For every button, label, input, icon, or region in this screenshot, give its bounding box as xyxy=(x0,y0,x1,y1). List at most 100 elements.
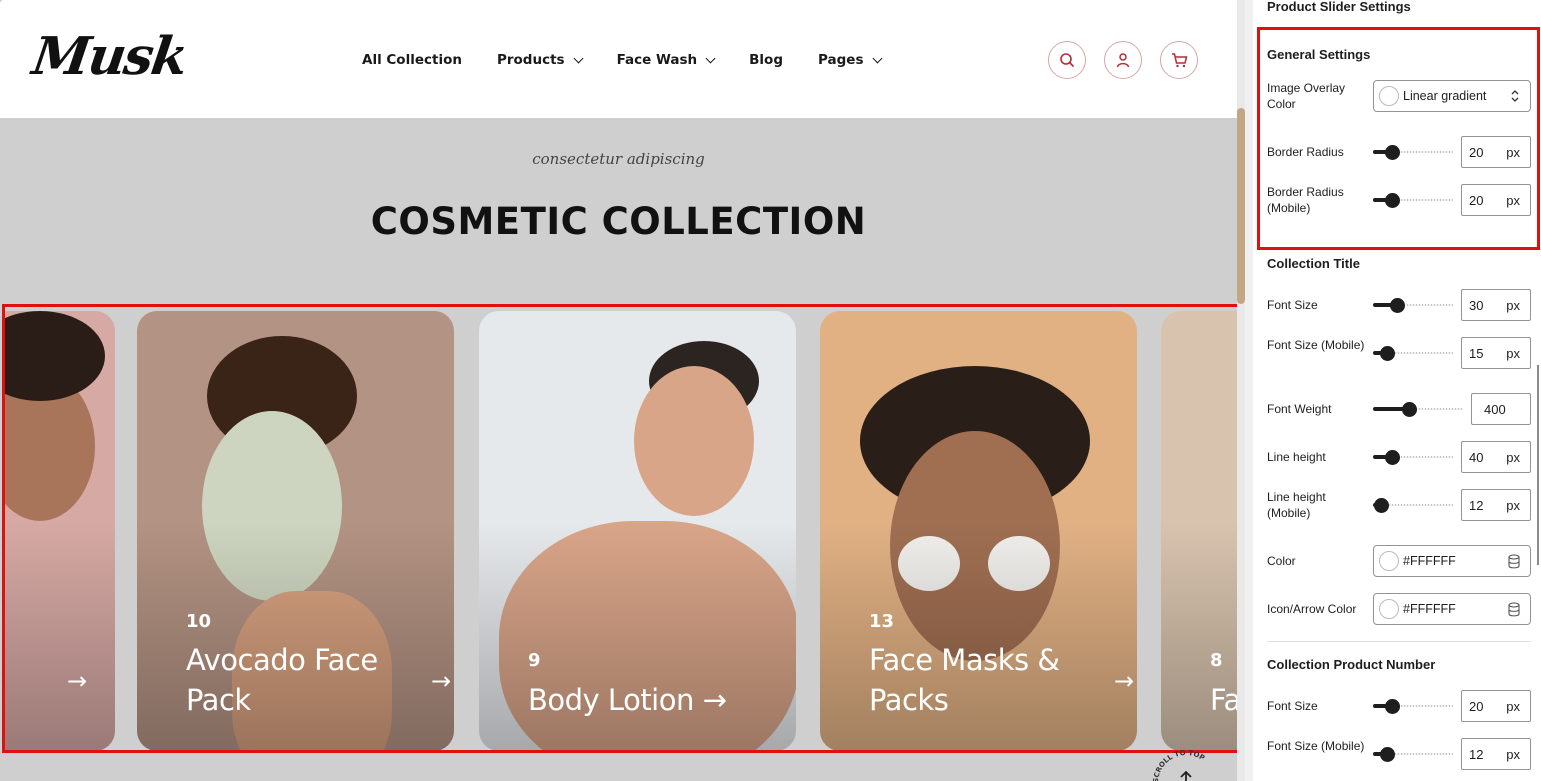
account-button[interactable] xyxy=(1104,41,1142,79)
cart-button[interactable] xyxy=(1160,41,1198,79)
title-color-label: Color xyxy=(1267,554,1296,568)
database-icon[interactable] xyxy=(1508,554,1520,569)
border-radius-mobile-slider[interactable] xyxy=(1373,193,1455,208)
arrow-up-icon xyxy=(1180,770,1192,781)
nav-label: Products xyxy=(496,52,565,68)
number-font-size-input[interactable]: 20 px xyxy=(1461,690,1531,722)
database-icon[interactable] xyxy=(1508,602,1520,617)
section-divider xyxy=(1267,641,1531,642)
arrow-right-icon[interactable]: → xyxy=(1114,667,1134,695)
title-color-value: #FFFFFF xyxy=(1403,554,1456,568)
card-number: 8 xyxy=(1210,650,1223,671)
title-font-size-mobile-label: Font Size (Mobile) xyxy=(1267,338,1365,352)
preview-scroll-thumb[interactable] xyxy=(1237,108,1245,304)
title-font-size-label: Font Size xyxy=(1267,298,1318,312)
icon-color-label: Icon/Arrow Color xyxy=(1267,602,1357,616)
chevron-down-icon xyxy=(573,53,584,63)
card-number: 13 xyxy=(869,611,895,632)
input-value: 15 xyxy=(1469,346,1484,361)
cart-icon xyxy=(1171,53,1187,68)
unit-label: px xyxy=(1506,193,1520,208)
slider-card[interactable]: 10 Avocado Face Pack → xyxy=(137,311,454,750)
unit-label: px xyxy=(1506,747,1520,762)
nav-item-all-collection[interactable]: All Collection xyxy=(362,52,462,68)
title-color-picker[interactable]: #FFFFFF xyxy=(1373,545,1531,577)
section-tagline: consectetur adipiscing xyxy=(532,150,705,168)
card-image xyxy=(634,366,754,516)
svg-text:SCROLL TO TOP: SCROLL TO TOP xyxy=(1152,749,1206,781)
general-settings-title: General Settings xyxy=(1267,47,1371,62)
card-title-line: Packs xyxy=(869,683,949,717)
input-value: 12 xyxy=(1469,498,1484,513)
user-icon xyxy=(1116,53,1130,68)
chevron-down-icon xyxy=(705,53,716,63)
icon-color-swatch xyxy=(1379,599,1399,619)
title-font-size-input[interactable]: 30 px xyxy=(1461,289,1531,321)
input-value: 30 xyxy=(1469,298,1484,313)
input-value: 20 xyxy=(1469,699,1484,714)
title-color-swatch xyxy=(1379,551,1399,571)
slider-card[interactable]: 13 Face Masks & Packs → xyxy=(820,311,1137,750)
line-height-mobile-slider[interactable] xyxy=(1373,498,1455,513)
border-radius-slider[interactable] xyxy=(1373,145,1455,160)
slider-card[interactable]: 8 Fa xyxy=(1161,311,1238,750)
overlay-color-select[interactable]: Linear gradient xyxy=(1373,80,1531,112)
font-weight-label: Font Weight xyxy=(1267,402,1332,416)
nav-label: Face Wash xyxy=(616,52,698,68)
arrow-right-icon[interactable]: → xyxy=(67,667,87,695)
nav-item-pages[interactable]: Pages xyxy=(818,52,882,68)
line-height-mobile-input[interactable]: 12 px xyxy=(1461,489,1531,521)
unit-label: px xyxy=(1506,450,1520,465)
slider-card[interactable]: → xyxy=(5,311,115,750)
card-title: Body Lotion → xyxy=(528,683,727,717)
number-font-size-mobile-label: Font Size (Mobile) xyxy=(1267,739,1365,753)
scroll-to-top-badge: SCROLL TO TOP xyxy=(1152,749,1206,781)
scroll-to-top-button[interactable]: SCROLL TO TOP xyxy=(1150,745,1220,781)
card-title-line: Avocado Face xyxy=(186,643,378,677)
font-weight-input[interactable]: 400 xyxy=(1471,393,1531,425)
line-height-slider[interactable] xyxy=(1373,450,1455,465)
title-font-size-mobile-slider[interactable] xyxy=(1373,346,1455,361)
border-radius-input[interactable]: 20 px xyxy=(1461,136,1531,168)
number-font-size-slider[interactable] xyxy=(1373,699,1455,714)
collection-title-heading: Collection Title xyxy=(1267,256,1360,271)
line-height-input[interactable]: 40 px xyxy=(1461,441,1531,473)
nav-item-face-wash[interactable]: Face Wash xyxy=(616,52,716,68)
product-number-heading: Collection Product Number xyxy=(1267,657,1436,672)
input-value: 12 xyxy=(1469,747,1484,762)
site-logo[interactable]: Musk xyxy=(29,26,190,87)
slider-card[interactable]: 9 Body Lotion → xyxy=(479,311,796,750)
select-arrows-icon xyxy=(1511,90,1519,102)
unit-label: px xyxy=(1506,346,1520,361)
card-overlay xyxy=(5,522,115,750)
nav-item-blog[interactable]: Blog xyxy=(749,52,783,68)
overlay-color-swatch xyxy=(1379,86,1399,106)
arrow-right-icon[interactable]: → xyxy=(431,667,451,695)
main-nav: All Collection Products Face Wash Blog P… xyxy=(362,52,916,68)
site-preview: Musk All Collection Products Face Wash B… xyxy=(0,0,1245,781)
settings-panel: Product Slider Settings General Settings… xyxy=(1253,0,1541,781)
border-radius-mobile-label: Border Radius (Mobile) xyxy=(1267,185,1344,215)
number-font-size-mobile-input[interactable]: 12 px xyxy=(1461,738,1531,770)
site-header: Musk All Collection Products Face Wash B… xyxy=(0,0,1237,118)
title-font-size-mobile-input[interactable]: 15 px xyxy=(1461,337,1531,369)
chevron-down-icon xyxy=(872,53,882,63)
nav-item-products[interactable]: Products xyxy=(496,52,584,68)
number-font-size-mobile-slider[interactable] xyxy=(1373,747,1455,762)
unit-label: px xyxy=(1506,699,1520,714)
border-radius-mobile-input[interactable]: 20 px xyxy=(1461,184,1531,216)
section-title: COSMETIC COLLECTION xyxy=(370,200,867,243)
panel-scrollbar[interactable] xyxy=(1537,365,1539,565)
line-height-mobile-label: Line height (Mobile) xyxy=(1267,490,1326,520)
nav-label: Pages xyxy=(818,52,864,68)
title-font-size-slider[interactable] xyxy=(1373,298,1455,313)
nav-label: All Collection xyxy=(362,52,462,68)
panel-title: Product Slider Settings xyxy=(1267,0,1411,14)
preview-scrollbar[interactable] xyxy=(1237,0,1245,781)
unit-label: px xyxy=(1506,298,1520,313)
card-title-line: Pack xyxy=(186,683,251,717)
overlay-color-value: Linear gradient xyxy=(1403,89,1487,103)
icon-color-picker[interactable]: #FFFFFF xyxy=(1373,593,1531,625)
font-weight-slider[interactable] xyxy=(1373,402,1465,417)
search-button[interactable] xyxy=(1048,41,1086,79)
